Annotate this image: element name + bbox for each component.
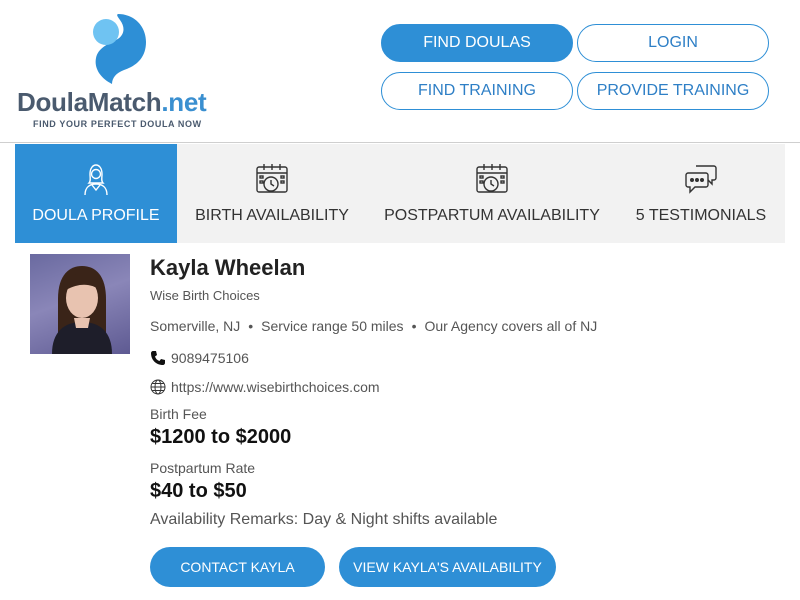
website-line[interactable]: https://www.wisebirthchoices.com (150, 379, 380, 395)
birth-fee-value: $1200 to $2000 (150, 426, 292, 448)
postpartum-rate-label: Postpartum Rate (150, 460, 256, 476)
calendar-clock-icon (476, 164, 508, 193)
website-link[interactable]: https://www.wisebirthchoices.com (171, 379, 380, 395)
site-header: DoulaMatch.net FIND YOUR PERFECT DOULA N… (0, 0, 800, 143)
tab-label: 5 TESTIMONIALS (635, 207, 767, 224)
find-training-button[interactable]: FIND TRAINING (381, 72, 573, 110)
tab-testimonials[interactable]: 5 TESTIMONIALS (617, 144, 785, 243)
postpartum-rate-value: $40 to $50 (150, 480, 247, 502)
availability-remarks: Availability Remarks: Day & Night shifts… (150, 511, 498, 528)
tab-doula-profile[interactable]: DOULA PROFILE (15, 144, 177, 243)
phone-line[interactable]: 9089475106 (150, 350, 249, 366)
tab-label: BIRTH AVAILABILITY (195, 207, 349, 224)
location: Somerville, NJ (150, 318, 241, 334)
agency-name[interactable]: Wise Birth Choices (150, 288, 260, 303)
phone-number[interactable]: 9089475106 (171, 350, 249, 366)
tab-birth-availability[interactable]: BIRTH AVAILABILITY (177, 144, 367, 243)
location-line: Somerville, NJ • Service range 50 miles • Ou… (150, 318, 597, 334)
doula-person-icon (84, 164, 108, 196)
site-logo[interactable]: DoulaMatch.net FIND YOUR PERFECT DOULA N… (14, 10, 224, 135)
chat-bubbles-icon (685, 165, 717, 194)
tab-postpartum-availability[interactable]: POSTPARTUM AVAILABILITY (367, 144, 617, 243)
login-button[interactable]: LOGIN (577, 24, 769, 62)
globe-icon (150, 379, 166, 395)
bullet-separator: • (248, 318, 254, 334)
phone-icon (151, 351, 165, 365)
coverage-area: Our Agency covers all of NJ (424, 318, 598, 334)
logo-wordmark: DoulaMatch.net (17, 87, 207, 117)
logo-tagline: FIND YOUR PERFECT DOULA NOW (33, 119, 202, 129)
find-doulas-button[interactable]: FIND DOULAS (381, 24, 573, 62)
view-availability-button[interactable]: VIEW KAYLA'S AVAILABILITY (339, 547, 556, 587)
tab-label: POSTPARTUM AVAILABILITY (384, 207, 600, 224)
bullet-separator: • (411, 318, 417, 334)
doula-name: Kayla Wheelan (150, 255, 306, 280)
logo-mark-icon (93, 14, 146, 84)
calendar-clock-icon (256, 164, 288, 193)
profile-portrait-icon (52, 266, 112, 354)
provide-training-button[interactable]: PROVIDE TRAINING (577, 72, 769, 110)
doula-photo (30, 254, 130, 354)
profile-tabs: DOULA PROFILE BIRTH AVAILABILITY POSTPAR… (15, 144, 785, 243)
birth-fee-label: Birth Fee (150, 406, 207, 422)
tab-label: DOULA PROFILE (32, 207, 160, 224)
service-range: Service range 50 miles (261, 318, 404, 334)
contact-doula-button[interactable]: CONTACT KAYLA (150, 547, 325, 587)
